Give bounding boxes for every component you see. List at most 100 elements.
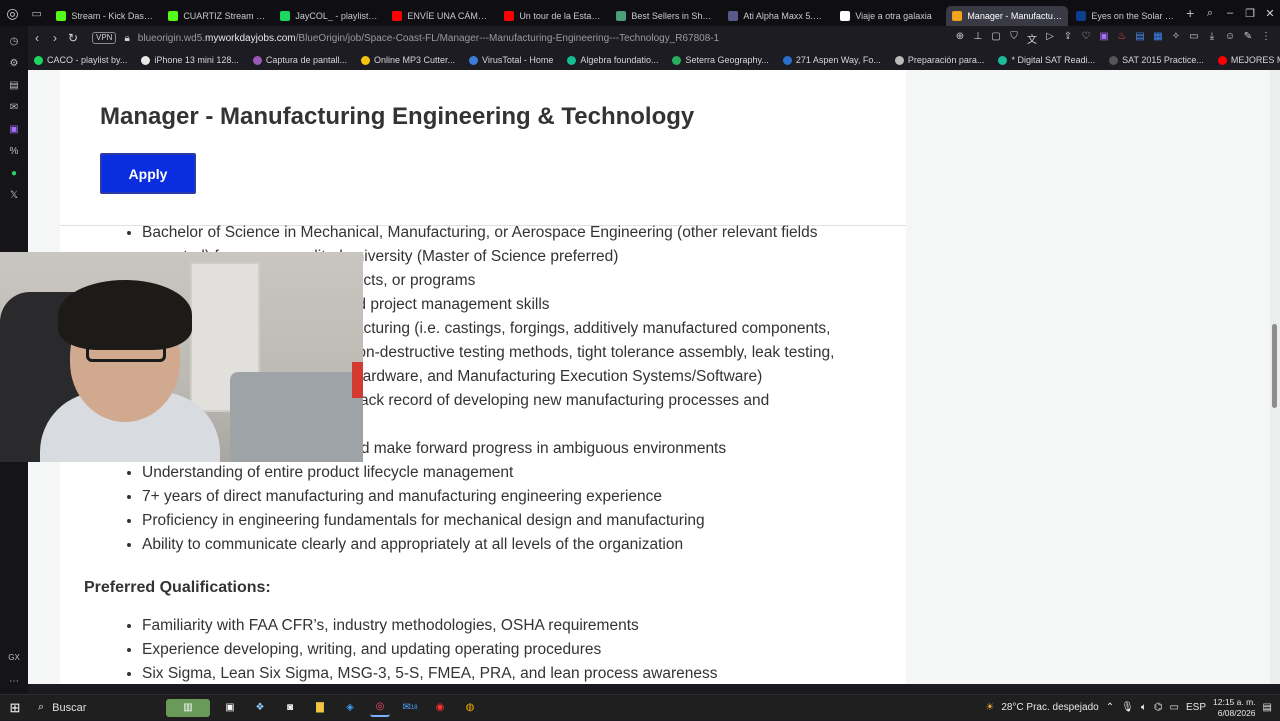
- network-icon[interactable]: ⌬: [1154, 702, 1163, 713]
- tab-3[interactable]: ENVÍE UNA CÁMARA: [386, 6, 496, 26]
- tab-0[interactable]: Stream - Kick Dashbo: [50, 6, 160, 26]
- wallet-icon[interactable]: ▭: [1186, 31, 1202, 46]
- mic-icon[interactable]: 🎙︎: [1121, 702, 1134, 713]
- share-icon[interactable]: ⇪: [1060, 31, 1076, 46]
- gx-control-icon[interactable]: ⚙: [6, 56, 22, 70]
- tab-menu-icon[interactable]: ▭: [25, 0, 48, 26]
- bookmark-item[interactable]: VirusTotal - Home: [469, 55, 553, 65]
- back-button[interactable]: ‹: [28, 31, 46, 45]
- weather-icon[interactable]: ☀: [985, 702, 994, 713]
- percent-icon[interactable]: %: [6, 144, 22, 158]
- bookmark-label: 271 Aspen Way, Fo...: [795, 55, 881, 65]
- widget-thumbnail-icon[interactable]: ▥: [166, 698, 210, 717]
- ai-icon[interactable]: ✎: [1240, 31, 1256, 46]
- minimize-icon[interactable]: –: [1220, 7, 1240, 20]
- search-tabs-icon[interactable]: ⌕: [1200, 7, 1220, 20]
- zoom-icon[interactable]: ⊕: [952, 31, 968, 46]
- task-view-icon[interactable]: ▣: [220, 699, 240, 717]
- vpn-badge[interactable]: VPN: [92, 32, 117, 44]
- play-icon[interactable]: ▷: [1042, 31, 1058, 46]
- extension-fire-icon[interactable]: ♨: [1114, 31, 1130, 46]
- tab-favicon-icon: [728, 11, 739, 21]
- tab-favicon-icon: [952, 11, 963, 21]
- speaker-icon[interactable]: 🔈︎: [1141, 702, 1147, 713]
- gx-corner-icon[interactable]: GX: [6, 650, 22, 664]
- url-domain: myworkdayjobs.com: [205, 32, 296, 44]
- bookmark-item[interactable]: Captura de pantall...: [252, 55, 347, 65]
- profile-icon[interactable]: ☺: [1222, 31, 1238, 46]
- bookmark-item[interactable]: iPhone 13 mini 128...: [141, 55, 239, 65]
- bookmark-item[interactable]: SAT 2015 Practice...: [1109, 55, 1204, 65]
- whatsapp-icon[interactable]: ●: [6, 166, 22, 180]
- store-icon[interactable]: ◈: [340, 699, 360, 717]
- extension-blue-icon[interactable]: ▦: [1150, 31, 1166, 46]
- bookmark-item[interactable]: Online MP3 Cutter...: [360, 55, 455, 65]
- more-icon[interactable]: ⋯: [6, 674, 22, 688]
- bookmark-favicon-icon: [1109, 55, 1119, 65]
- chrome-icon[interactable]: ◍: [460, 699, 480, 717]
- preferred-qualification-item: Six Sigma, Lean Six Sigma, MSG-3, 5-S, F…: [142, 662, 884, 684]
- bookmark-item[interactable]: MEJORES MOMEN...: [1217, 55, 1280, 65]
- bookmark-item[interactable]: Preparación para...: [894, 55, 984, 65]
- bookmark-item[interactable]: Algebra foundatio...: [567, 55, 658, 65]
- tab-8[interactable]: Manager - Manufacturing E: [946, 6, 1069, 26]
- bookmark-item[interactable]: * Digital SAT Readi...: [998, 55, 1095, 65]
- tab-5[interactable]: Best Sellers in Shootin: [610, 6, 720, 26]
- close-icon[interactable]: ✕: [1260, 7, 1280, 20]
- extensions-icon[interactable]: ✧: [1168, 31, 1184, 46]
- forward-button[interactable]: ›: [46, 31, 64, 45]
- language-indicator[interactable]: ESP: [1186, 702, 1206, 713]
- apply-button[interactable]: Apply: [100, 153, 196, 194]
- bookmark-heart-icon[interactable]: ♡: [1078, 31, 1094, 46]
- tab-6[interactable]: Ati Alpha Maxx 5.56 f: [722, 6, 832, 26]
- opera-gx-logo-icon[interactable]: ◎: [0, 0, 25, 26]
- pin-icon[interactable]: ⊥: [970, 31, 986, 46]
- windows-start-icon[interactable]: ⊞: [0, 700, 30, 716]
- battery-icon[interactable]: ▭: [1170, 702, 1179, 713]
- history-icon[interactable]: ◷: [6, 34, 22, 48]
- tab-title: Best Sellers in Shootin: [631, 11, 715, 21]
- menu-icon[interactable]: ⋮: [1258, 31, 1274, 46]
- camera-app-icon[interactable]: ◙: [280, 699, 300, 717]
- wallet-sidebar-icon[interactable]: ▤: [6, 78, 22, 92]
- tray-expand-icon[interactable]: ⌃: [1106, 702, 1114, 713]
- system-tray: ☀ 28°C Prac. despejado ⌃ 🎙︎ 🔈︎ ⌬ ▭ ESP 1…: [985, 697, 1280, 719]
- translate-icon[interactable]: 文: [1024, 31, 1040, 46]
- extension-translate-icon[interactable]: ▤: [1132, 31, 1148, 46]
- extension-twitch-icon[interactable]: ▣: [1096, 31, 1112, 46]
- notifications-icon[interactable]: ▤: [1263, 702, 1272, 713]
- tab-1[interactable]: CUARTIZ Stream - W: [162, 6, 272, 26]
- copilot-icon[interactable]: ❖: [250, 699, 270, 717]
- game-app-icon[interactable]: ◉: [430, 699, 450, 717]
- reload-button[interactable]: ↻: [64, 31, 82, 45]
- tab-2[interactable]: JayCOL_ - playlist by: [274, 6, 384, 26]
- tab-9[interactable]: Eyes on the Solar Syst: [1070, 6, 1180, 26]
- new-tab-button[interactable]: +: [1180, 5, 1200, 21]
- download-icon[interactable]: ⤓: [1204, 31, 1220, 46]
- page-scrollbar[interactable]: [1270, 70, 1280, 684]
- shield-icon[interactable]: ⛉: [1006, 31, 1022, 46]
- tab-favicon-icon: [616, 11, 627, 21]
- messenger-icon[interactable]: ✉: [6, 100, 22, 114]
- snapshot-icon[interactable]: ▢: [988, 31, 1004, 46]
- tab-4[interactable]: Un tour de la Estación: [498, 6, 608, 26]
- x-twitter-icon[interactable]: 𝕏: [6, 188, 22, 202]
- opera-gx-taskbar-icon[interactable]: ◎: [370, 699, 390, 717]
- bookmark-item[interactable]: CACO - playlist by...: [34, 55, 127, 65]
- lock-icon[interactable]: 🔒︎: [124, 33, 129, 44]
- bookmark-favicon-icon: [141, 55, 151, 65]
- tab-title: Stream - Kick Dashbo: [71, 11, 155, 21]
- tab-favicon-icon: [840, 11, 851, 21]
- taskbar-search[interactable]: ⌕ Buscar: [30, 695, 160, 721]
- bookmark-item[interactable]: Seterra Geography...: [672, 55, 769, 65]
- bookmark-item[interactable]: 271 Aspen Way, Fo...: [782, 55, 881, 65]
- file-explorer-icon[interactable]: ▇: [310, 699, 330, 717]
- clock[interactable]: 12:15 a. m. 6/08/2026: [1213, 697, 1256, 719]
- mail-icon[interactable]: ✉ 18: [400, 699, 420, 717]
- twitch-icon[interactable]: ▣: [6, 122, 22, 136]
- tab-7[interactable]: Viaje a otra galaxia: [834, 6, 944, 26]
- url-field[interactable]: blueorigin.wd5.myworkdayjobs.com/BlueOri…: [138, 33, 719, 44]
- maximize-icon[interactable]: ❐: [1240, 7, 1260, 20]
- scrollbar-thumb[interactable]: [1272, 324, 1277, 408]
- weather-text[interactable]: 28°C Prac. despejado: [1001, 702, 1098, 713]
